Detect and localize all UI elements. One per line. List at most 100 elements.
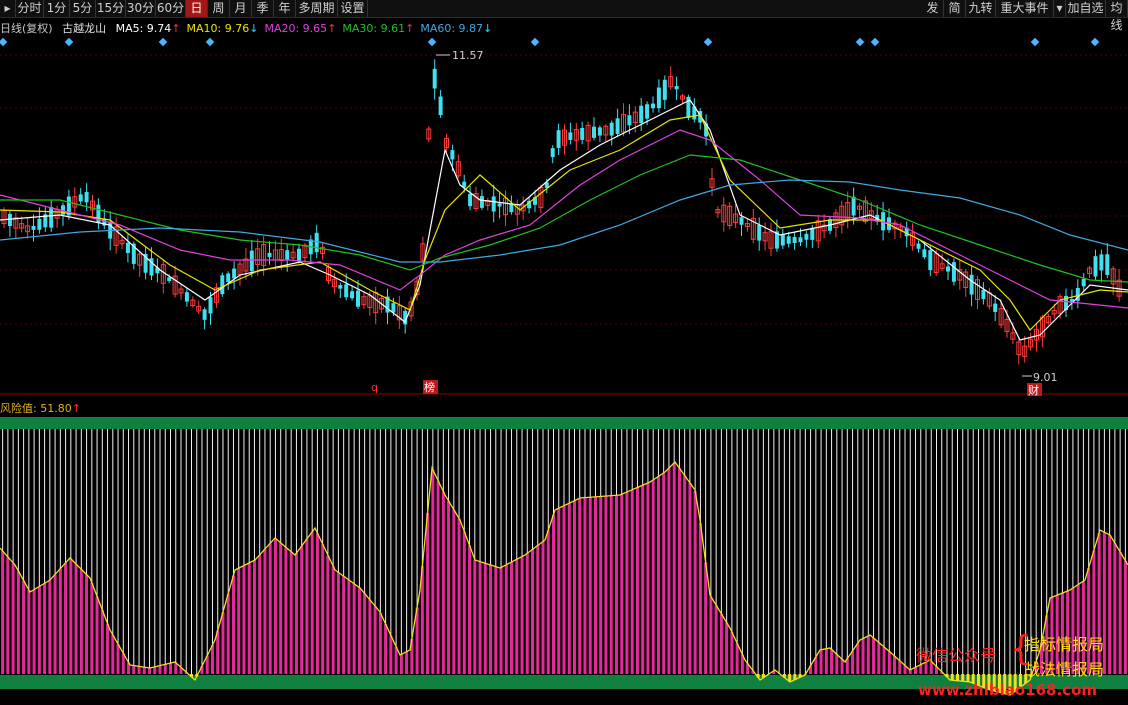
ma-legend-2: MA20: 9.65 — [264, 22, 328, 35]
low-price-label: 9.01 — [1033, 371, 1058, 384]
signal-diamond-2 — [158, 37, 168, 47]
candle-body — [1081, 278, 1086, 287]
tab-9[interactable]: 季 — [252, 0, 274, 17]
candle-body — [651, 103, 655, 109]
watermark-line1: 微信公众号 — [916, 646, 997, 665]
candle-body — [615, 118, 620, 135]
candle-body — [297, 248, 301, 262]
indicator-legend: 风险值: 51.80↑ — [0, 402, 81, 415]
signal-diamond-4 — [427, 37, 437, 47]
marker-cai: 财 — [1028, 383, 1039, 396]
signal-diamond-8 — [870, 37, 880, 47]
right-tab-5[interactable]: 均线 — [1106, 0, 1128, 32]
candle-body — [798, 237, 803, 243]
watermark-line3: 战法情报局 — [1024, 660, 1105, 679]
right-tab-4[interactable]: 加自选 — [1066, 0, 1106, 17]
candle-body — [792, 236, 797, 244]
tab-11[interactable]: 多周期 — [296, 0, 338, 17]
candle-body — [509, 203, 514, 213]
candle-body — [220, 275, 225, 295]
candle-body — [580, 128, 585, 140]
kline-chart[interactable]: 11.57 9.01 q 榜 财 — [0, 18, 1128, 396]
candle-body — [556, 130, 561, 148]
high-price-label: 11.57 — [452, 49, 484, 62]
signal-diamond-9 — [1030, 37, 1040, 47]
candle-body — [810, 227, 815, 240]
candle-body — [780, 234, 785, 246]
candle-body — [37, 218, 42, 230]
right-tab-3[interactable]: 重大事件 — [996, 0, 1054, 17]
candle-body — [314, 232, 319, 253]
candle-body — [645, 104, 650, 119]
tab-12[interactable]: 设置 — [338, 0, 368, 17]
candle-body — [1105, 254, 1110, 275]
collapse-icon[interactable]: ▸ — [0, 0, 16, 17]
candle-body — [226, 273, 231, 282]
ma-legend-1: MA10: 9.76 — [186, 22, 250, 35]
candle-body — [285, 250, 290, 260]
candle-body — [739, 217, 744, 225]
candle-body — [786, 236, 791, 244]
tab-0[interactable]: 分时 — [16, 0, 44, 17]
indicator-value: 51.80 — [40, 402, 72, 415]
right-tab-1[interactable]: 简 — [944, 0, 966, 17]
tab-10[interactable]: 年 — [274, 0, 296, 17]
tab-8[interactable]: 月 — [230, 0, 252, 17]
stock-name: 古越龙山 — [62, 22, 107, 35]
candle-body — [479, 196, 484, 208]
candle-body — [928, 250, 933, 271]
candle-body — [951, 262, 956, 282]
candle-body — [249, 250, 254, 272]
right-tab-2[interactable]: 九转 — [966, 0, 996, 17]
ma-legend-3: MA30: 9.61 — [342, 22, 406, 35]
candle-body — [31, 225, 36, 230]
signal-diamond-6 — [703, 37, 713, 47]
signal-diamond-5 — [530, 37, 540, 47]
ma-arrow-3: ↑ — [405, 22, 415, 35]
watermark-url: www.zhibiao168.com — [918, 681, 1098, 699]
ma-legend-4: MA60: 9.87 — [420, 22, 484, 35]
candle-body — [757, 224, 762, 241]
candle-body — [232, 268, 237, 279]
candle-body — [993, 303, 998, 312]
candle-body — [592, 126, 596, 138]
candle-body — [497, 203, 502, 207]
signal-diamond-10 — [1090, 37, 1100, 47]
tab-4[interactable]: 30分 — [126, 0, 156, 17]
candle-body — [674, 86, 679, 90]
tab-5[interactable]: 60分 — [156, 0, 186, 17]
candle-body — [167, 277, 172, 282]
watermark-line2: 指标情报局 — [1024, 635, 1105, 654]
dropdown-icon[interactable]: ▾ — [1054, 0, 1066, 17]
tab-3[interactable]: 15分 — [96, 0, 126, 17]
tab-1[interactable]: 1分 — [44, 0, 70, 17]
candle-body — [468, 193, 473, 207]
candle-body — [344, 284, 349, 298]
candle-body — [662, 79, 667, 100]
tab-6[interactable]: 日 — [186, 0, 208, 17]
ma-arrow-1: ↓ — [249, 22, 259, 35]
tab-2[interactable]: 5分 — [70, 0, 96, 17]
candle-body — [491, 196, 496, 212]
ma-arrow-4: ↓ — [483, 22, 493, 35]
ma-line-4 — [0, 179, 1128, 263]
ma-arrow-0: ↑ — [171, 22, 181, 35]
candle-body — [49, 206, 54, 228]
candle-body — [438, 96, 443, 116]
watermark-wechat: 微信公众号 — [916, 642, 996, 666]
candle-body — [391, 303, 396, 313]
right-tab-0[interactable]: 发 — [922, 0, 944, 17]
candle-body — [981, 289, 986, 300]
candle-body — [432, 68, 437, 89]
tab-7[interactable]: 周 — [208, 0, 230, 17]
candle-body — [639, 105, 644, 124]
candle-body — [78, 194, 83, 202]
marker-q: q — [371, 381, 378, 394]
candle-body — [609, 122, 614, 136]
kline-legend: 日线(复权) 古越龙山 MA5: 9.74↑ MA10: 9.76↓ MA20: 9… — [0, 20, 492, 36]
candle-body — [184, 292, 189, 302]
ma-legend-0: MA5: 9.74 — [115, 22, 172, 35]
candle-body — [922, 249, 927, 258]
candle-body — [1099, 254, 1104, 271]
candle-body — [202, 309, 207, 320]
